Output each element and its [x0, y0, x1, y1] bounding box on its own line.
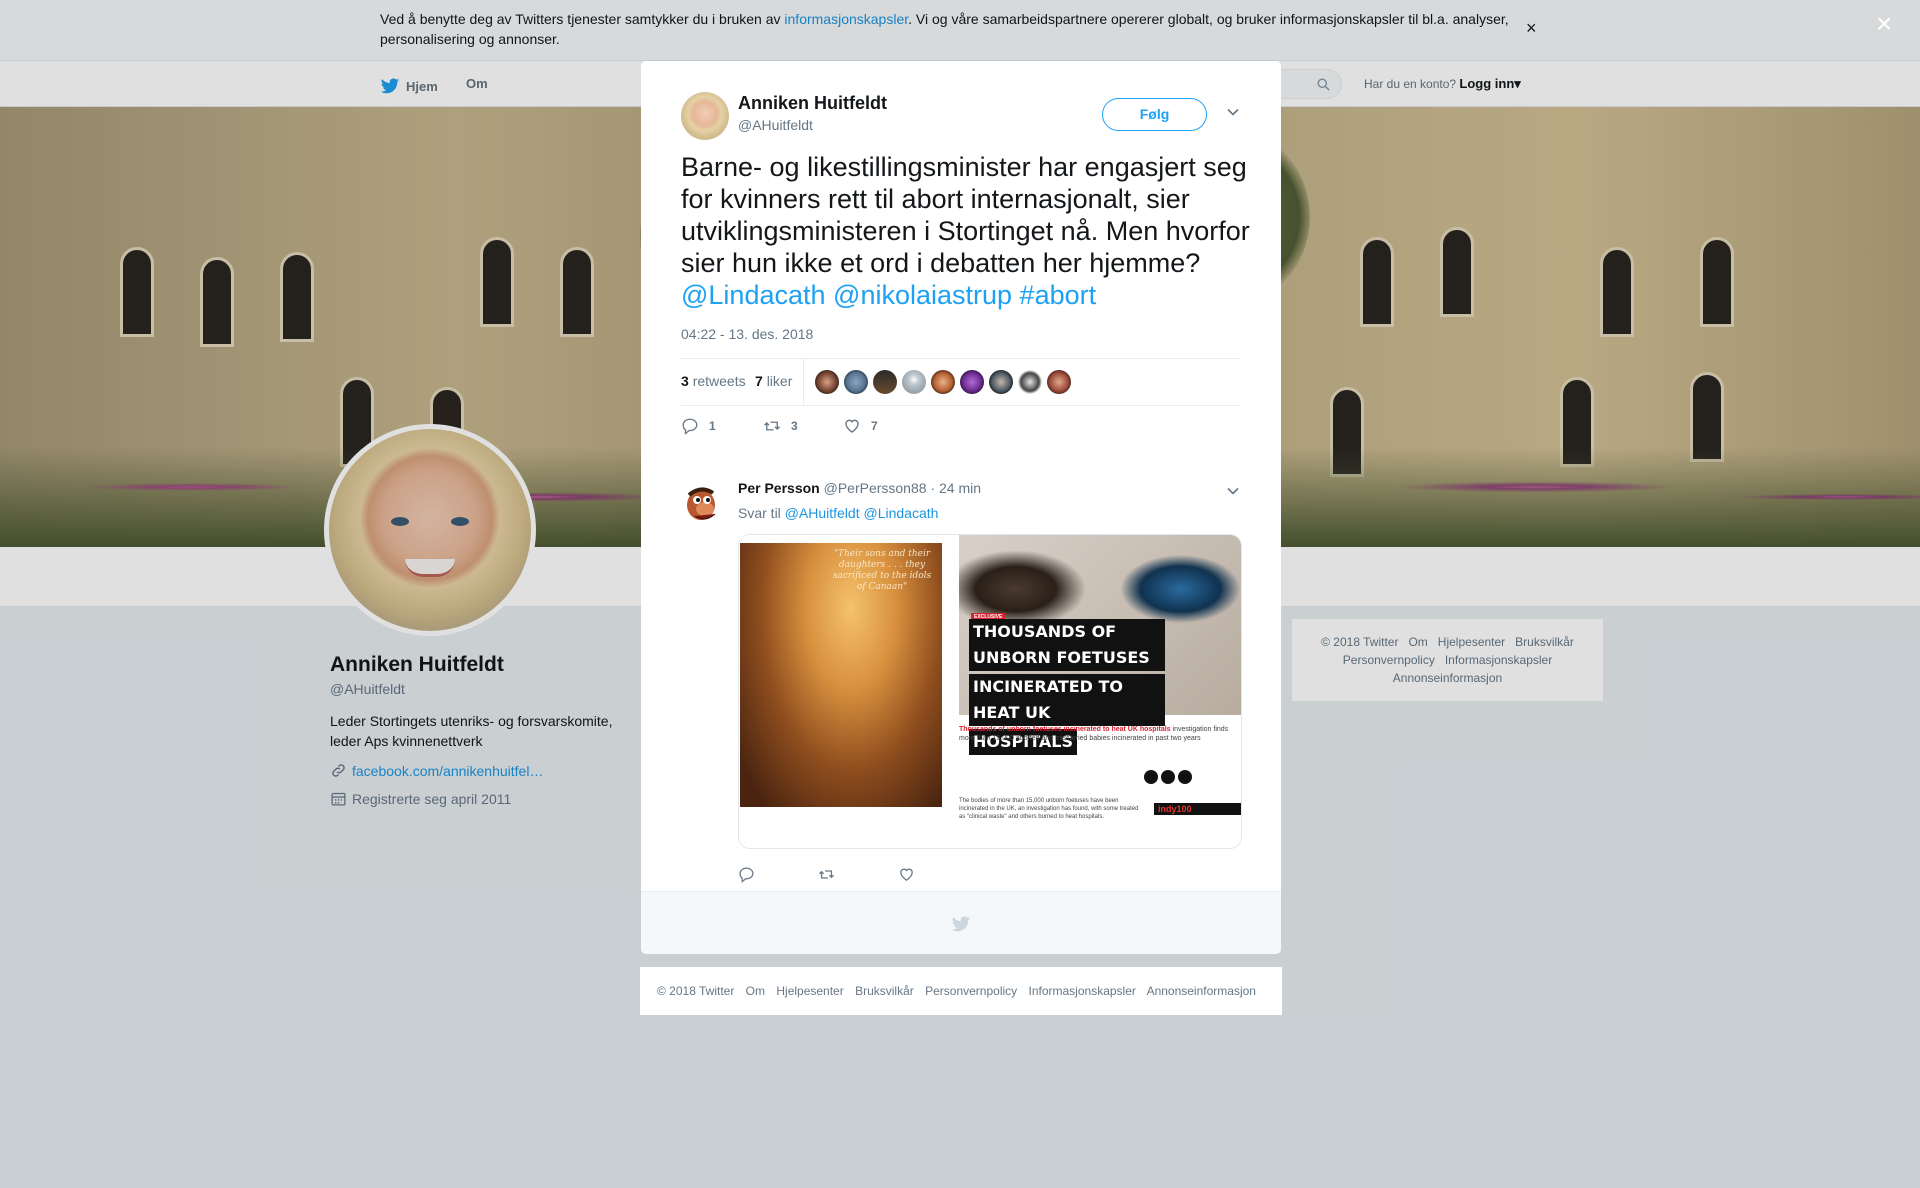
reply-count: 1: [709, 419, 716, 433]
reply-tweet: Per Persson @PerPersson88 · 24 min Svar …: [641, 466, 1281, 896]
media-article-small: The bodies of more than 15,000 unborn fo…: [959, 798, 1139, 820]
follow-button[interactable]: Følg: [1102, 98, 1207, 131]
mention-link[interactable]: @Lindacath: [864, 505, 939, 521]
likes-stat[interactable]: 7 liker: [755, 373, 792, 389]
liker-avatar[interactable]: [873, 370, 897, 394]
retweet-count: 3: [791, 419, 798, 433]
media-image-left[interactable]: "Their sons and their daughters . . . th…: [739, 535, 943, 848]
media-article-red: Thousands of unborn foetuses incinerated…: [959, 726, 1171, 733]
mention-link[interactable]: @nikolaiastrup: [833, 280, 1012, 310]
chevron-down-icon[interactable]: [1226, 105, 1240, 119]
media-headline-line: INCINERATED TO HEAT UK: [969, 674, 1165, 726]
footer-link-help[interactable]: Hjelpesenter: [776, 984, 843, 998]
reply-header: Per Persson @PerPersson88 · 24 min: [738, 480, 981, 496]
retweet-icon[interactable]: [818, 866, 835, 883]
close-modal-button[interactable]: ×: [1876, 10, 1892, 38]
tweet-author-handle[interactable]: @AHuitfeldt: [738, 117, 813, 133]
reply-actions: [738, 866, 938, 884]
mention-link[interactable]: @Lindacath: [681, 280, 826, 310]
liker-avatar[interactable]: [844, 370, 868, 394]
modal-footer: [641, 891, 1281, 954]
hashtag-link[interactable]: #abort: [1020, 280, 1097, 310]
tweet-body: Barne- og likestillingsminister har enga…: [681, 152, 1250, 278]
liker-avatar[interactable]: [989, 370, 1013, 394]
reply-author-handle[interactable]: @PerPersson88: [824, 480, 927, 496]
retweet-button[interactable]: 3: [763, 417, 798, 435]
media-share-icons: [1144, 770, 1192, 784]
mention-link[interactable]: @AHuitfeldt: [785, 505, 860, 521]
footer-link-terms[interactable]: Bruksvilkår: [855, 984, 914, 998]
tweet-stats: 3 retweets 7 liker: [681, 358, 1241, 406]
twitter-icon: [1161, 770, 1175, 784]
reply-author-avatar[interactable]: [681, 483, 727, 529]
tweet-actions: 1 3 7: [681, 417, 1241, 441]
tweet-modal: Anniken Huitfeldt @AHuitfeldt Følg Barne…: [641, 61, 1281, 954]
reply-author-name[interactable]: Per Persson: [738, 480, 820, 496]
reply-to-prefix: Svar til: [738, 505, 781, 521]
like-button[interactable]: 7: [843, 417, 878, 435]
tweet-text: Barne- og likestillingsminister har enga…: [681, 151, 1251, 311]
footer-link-about[interactable]: Om: [746, 984, 765, 998]
likes-count: 7: [755, 373, 763, 389]
chevron-down-icon[interactable]: [1226, 484, 1240, 498]
heart-icon: [845, 419, 859, 433]
media-image-right[interactable]: EXCLUSIVE THOUSANDS OF UNBORN FOETUSES I…: [959, 535, 1241, 848]
media-brand: indy100: [1154, 803, 1241, 815]
reply-icon: [682, 418, 698, 435]
reply-media[interactable]: "Their sons and their daughters . . . th…: [738, 534, 1242, 849]
cartoon-face-icon: [687, 487, 716, 520]
liker-avatar[interactable]: [815, 370, 839, 394]
retweets-label: retweets: [692, 373, 746, 389]
media-headline-line: THOUSANDS OF UNBORN FOETUSES: [969, 619, 1165, 671]
retweet-icon: [764, 421, 780, 431]
page-footer: © 2018 Twitter Om Hjelpesenter Bruksvilk…: [640, 967, 1282, 1015]
twitter-bird-icon: [951, 916, 971, 932]
footer-link-cookies[interactable]: Informasjonskapsler: [1029, 984, 1136, 998]
tweet-timestamp[interactable]: 04:22 - 13. des. 2018: [681, 326, 813, 342]
like-count: 7: [871, 419, 878, 433]
tweet-author-avatar[interactable]: [681, 92, 729, 140]
liker-avatar[interactable]: [902, 370, 926, 394]
footer-link-privacy[interactable]: Personvernpolicy: [925, 984, 1017, 998]
reply-button[interactable]: 1: [681, 417, 716, 435]
stats-divider: [803, 359, 804, 406]
reply-icon[interactable]: [738, 866, 755, 883]
retweets-count: 3: [681, 373, 689, 389]
liker-avatars: [815, 370, 1071, 394]
heart-icon[interactable]: [898, 866, 915, 883]
media-article-text: Thousands of unborn foetuses incinerated…: [959, 725, 1241, 743]
liker-avatar[interactable]: [931, 370, 955, 394]
liker-avatar[interactable]: [1018, 370, 1042, 394]
liker-avatar[interactable]: [960, 370, 984, 394]
reply-to-line: Svar til @AHuitfeldt @Lindacath: [738, 505, 938, 521]
retweets-stat[interactable]: 3 retweets: [681, 373, 746, 389]
footer-copyright: © 2018 Twitter: [657, 984, 735, 998]
footer-link-ads[interactable]: Annonseinformasjon: [1147, 984, 1256, 998]
likes-label: liker: [766, 373, 793, 389]
facebook-icon: [1144, 770, 1158, 784]
media-painting-caption: "Their sons and their daughters . . . th…: [832, 549, 932, 592]
liker-avatar[interactable]: [1047, 370, 1071, 394]
reply-time[interactable]: · 24 min: [930, 480, 981, 496]
tweet-author-name[interactable]: Anniken Huitfeldt: [738, 93, 887, 114]
email-icon: [1178, 770, 1192, 784]
